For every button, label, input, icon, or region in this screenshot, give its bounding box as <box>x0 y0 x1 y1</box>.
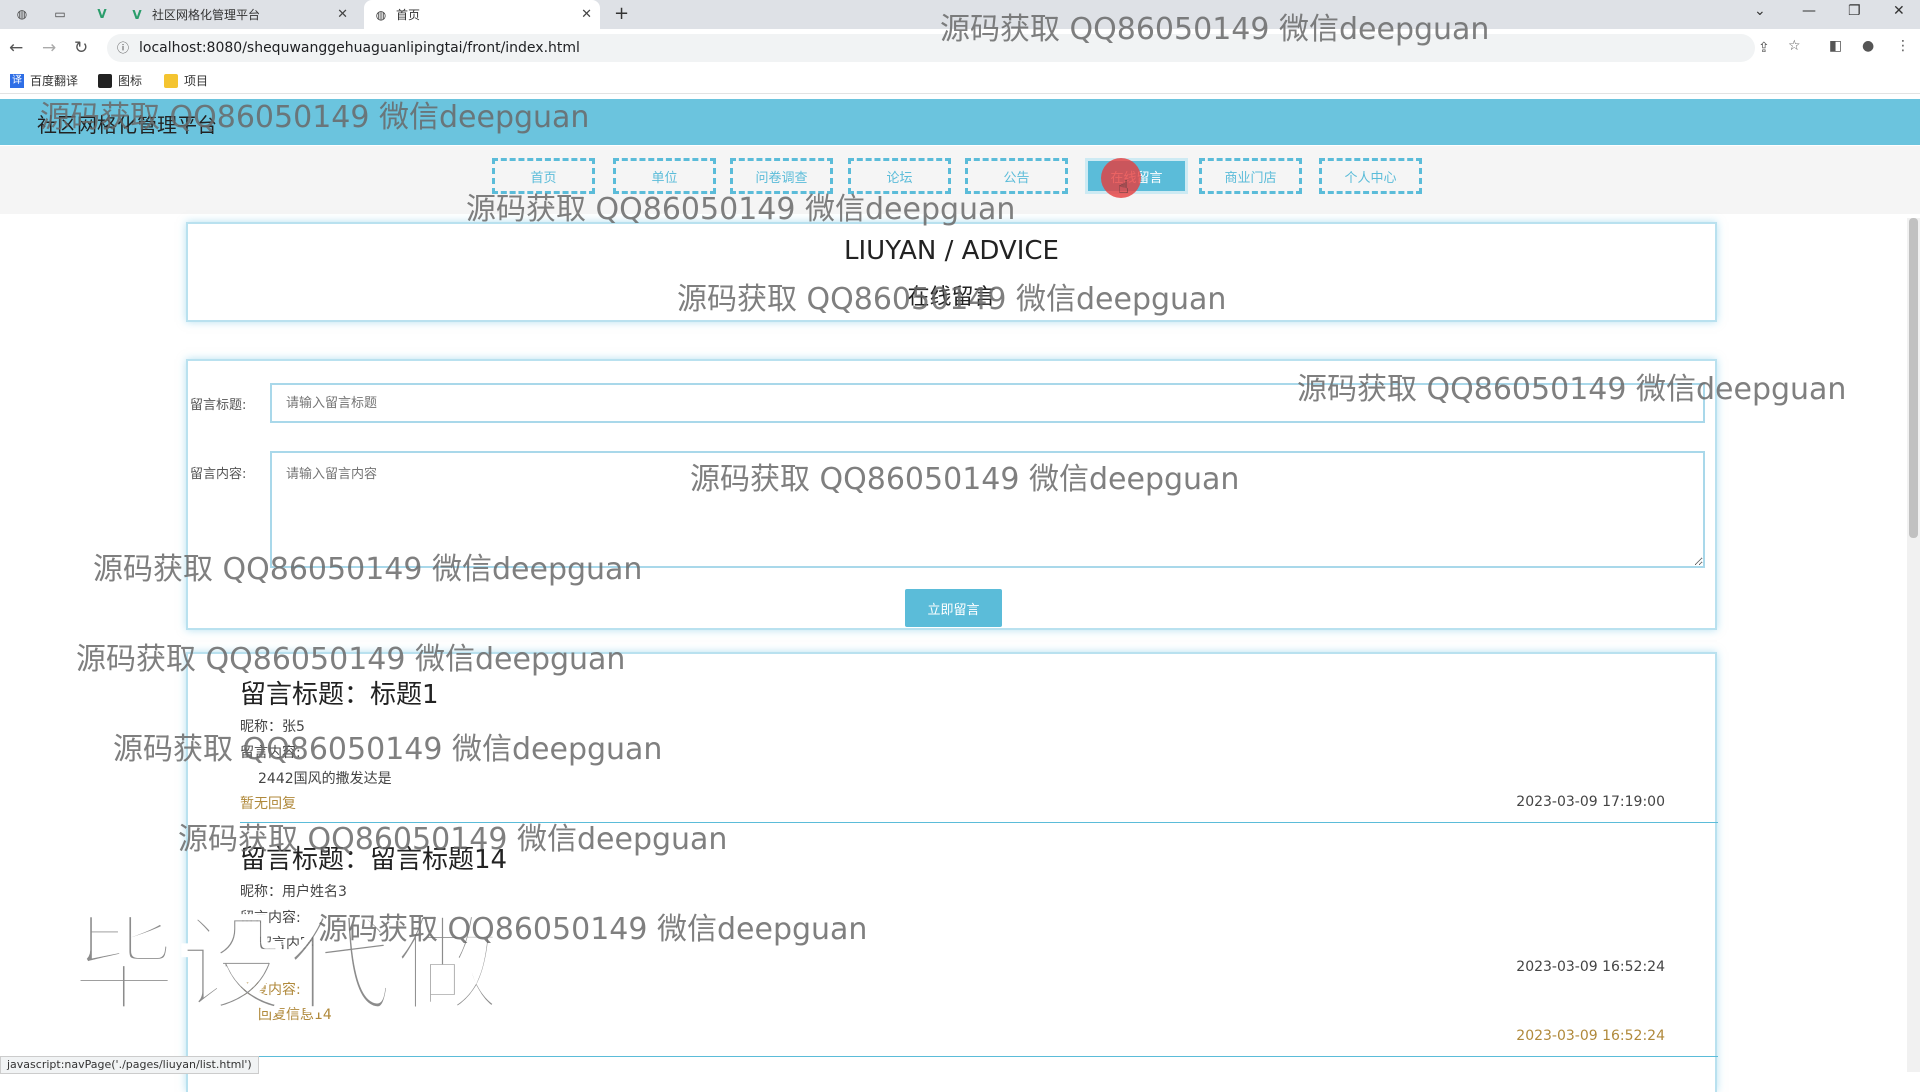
message-nickname: 昵称：张5 <box>240 719 305 735</box>
forward-arrow-icon[interactable]: → <box>42 38 56 58</box>
bookmark-project[interactable]: 项目 <box>164 72 208 89</box>
reload-icon[interactable]: ↻ <box>74 38 88 58</box>
message-reply-status: 暂无回复 <box>240 796 296 812</box>
bookmark-label: 项目 <box>184 74 209 88</box>
message-title: 留言标题：留言标题14 <box>240 845 508 875</box>
page-title-en: LIUYAN / ADVICE <box>844 236 1059 266</box>
content-label: 留言内容: <box>190 467 247 482</box>
browser-tab-bar: ◍ ▭ V V 社区网格化管理平台 ✕ ◍ 首页 ✕ + ⌄ — ❐ ✕ <box>0 0 1920 29</box>
nav-survey[interactable]: 问卷调查 <box>730 158 833 194</box>
message-reply-content: 回复信息14 <box>258 1007 332 1023</box>
message-time: 2023-03-09 16:52:24 <box>1516 959 1665 975</box>
tab-search-chevron-icon[interactable]: ⌄ <box>1754 3 1766 19</box>
title-label: 留言标题: <box>190 398 247 413</box>
share-icon[interactable]: ⇪ <box>1758 40 1770 56</box>
hand-cursor-icon: ☝ <box>1118 177 1129 198</box>
message-content-label: 留言内容: <box>240 745 301 761</box>
icon-page-icon <box>98 73 112 88</box>
new-tab-plus-icon[interactable]: + <box>614 3 629 24</box>
side-panel-icon[interactable]: ◧ <box>1829 38 1842 54</box>
vue-v-icon: V <box>132 7 142 22</box>
scrollbar-thumb[interactable] <box>1909 218 1918 538</box>
bookmarks-bar: 译 百度翻译 图标 项目 <box>0 67 1920 94</box>
globe-icon[interactable]: ◍ <box>14 6 30 22</box>
message-form: 留言标题: 留言内容: 立即留言 <box>186 359 1717 630</box>
submit-message-button[interactable]: 立即留言 <box>905 589 1002 627</box>
window-close-icon[interactable]: ✕ <box>1893 3 1905 19</box>
bookmark-label: 百度翻译 <box>30 74 79 88</box>
close-icon[interactable]: ✕ <box>337 7 348 22</box>
message-reply-time: 2023-03-09 16:52:24 <box>1516 1028 1665 1044</box>
tab-title: 社区网格化管理平台 <box>152 8 261 22</box>
bookmark-translate[interactable]: 译 百度翻译 <box>10 72 78 89</box>
message-nickname: 昵称：用户姓名3 <box>240 884 347 900</box>
page-title-cn: 在线留言 <box>907 285 996 310</box>
minimize-icon[interactable]: — <box>1802 3 1816 19</box>
folder-icon <box>164 73 178 88</box>
page-title-box: LIUYAN / ADVICE 在线留言 <box>186 222 1717 322</box>
main-nav: 首页 单位 问卷调查 论坛 公告 在线留言 商业门店 个人中心 <box>0 146 1920 214</box>
page-scrollbar[interactable] <box>1907 218 1920 1072</box>
translate-icon: 译 <box>10 73 24 88</box>
status-bar-url: javascript:navPage('./pages/liuyan/list.… <box>0 1056 259 1074</box>
message-reply-label: 回复内容: <box>240 982 301 998</box>
message-divider <box>240 1056 1718 1057</box>
address-bar-row: ← → ↻ ⓘ localhost:8080/shequwanggehuagua… <box>0 29 1920 67</box>
bookmark-star-icon[interactable]: ☆ <box>1788 38 1801 54</box>
tab-community-platform[interactable]: V 社区网格化管理平台 ✕ <box>130 0 356 29</box>
message-time: 2023-03-09 17:19:00 <box>1516 794 1665 810</box>
content-textarea[interactable] <box>270 451 1705 568</box>
tab-home[interactable]: ◍ 首页 ✕ <box>364 0 600 29</box>
restore-icon[interactable]: ❐ <box>1848 3 1861 19</box>
nav-announcement[interactable]: 公告 <box>965 158 1068 194</box>
url-text: localhost:8080/shequwanggehuaguanlipingt… <box>139 40 580 56</box>
vue-v-icon[interactable]: V <box>94 6 110 22</box>
globe-icon: ◍ <box>375 7 387 22</box>
message-divider <box>240 822 1718 823</box>
back-arrow-icon[interactable]: ← <box>9 38 23 58</box>
blank-page-icon[interactable]: ▭ <box>52 6 68 22</box>
message-content: 留言内容1 <box>258 936 323 952</box>
title-input[interactable] <box>270 383 1705 423</box>
bookmark-label: 图标 <box>118 74 143 88</box>
message-list: 留言标题：标题1 昵称：张5 留言内容: 2442国风的撒发达是 暂无回复 20… <box>186 652 1718 1092</box>
omnibox[interactable]: ⓘ localhost:8080/shequwanggehuaguanlipin… <box>107 34 1770 62</box>
profile-avatar-icon[interactable]: ● <box>1862 38 1874 54</box>
site-header: 社区网格化管理平台 <box>0 99 1920 145</box>
nav-business-store[interactable]: 商业门店 <box>1199 158 1302 194</box>
site-info-icon[interactable]: ⓘ <box>115 39 131 55</box>
bookmark-icons[interactable]: 图标 <box>98 72 142 89</box>
message-content: 2442国风的撒发达是 <box>258 771 392 787</box>
tab-title: 首页 <box>396 8 421 22</box>
nav-personal-center[interactable]: 个人中心 <box>1319 158 1422 194</box>
more-menu-icon[interactable]: ⋮ <box>1896 38 1910 54</box>
nav-forum[interactable]: 论坛 <box>848 158 951 194</box>
message-content-label: 留言内容: <box>240 910 301 926</box>
nav-unit[interactable]: 单位 <box>613 158 716 194</box>
message-title: 留言标题：标题1 <box>240 680 439 710</box>
site-title: 社区网格化管理平台 <box>37 113 217 137</box>
nav-home[interactable]: 首页 <box>492 158 595 194</box>
close-icon[interactable]: ✕ <box>581 7 592 22</box>
